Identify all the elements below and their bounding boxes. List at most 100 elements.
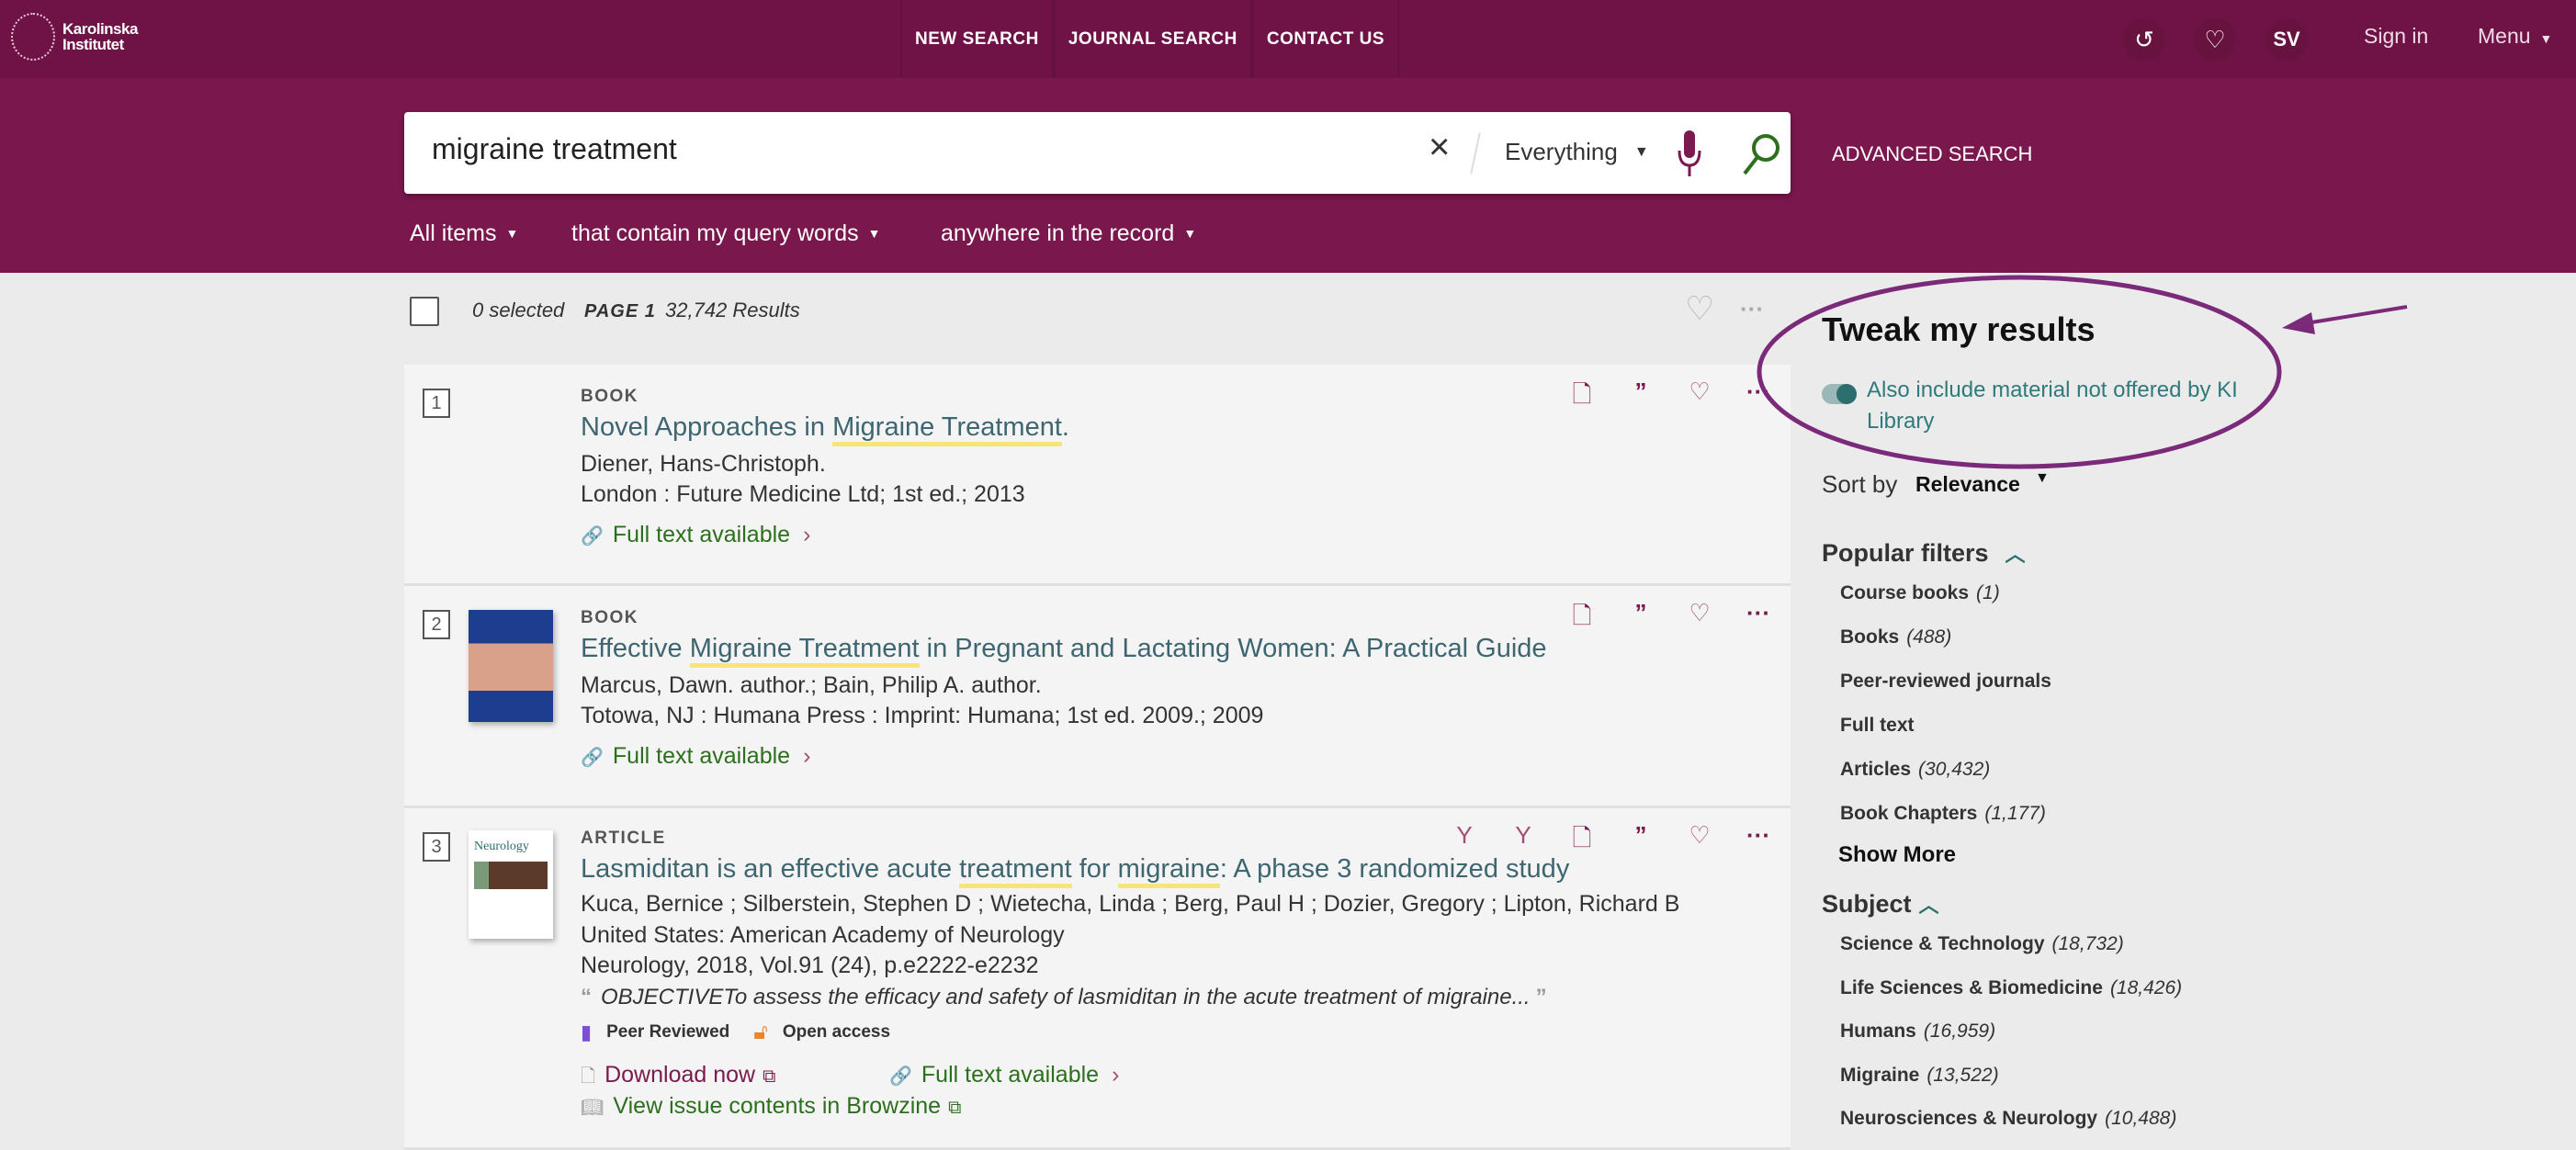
cite-icon[interactable]: ”: [1627, 821, 1655, 862]
filter-label: anywhere in the record: [941, 220, 1175, 246]
include-material-toggle[interactable]: [1822, 384, 1857, 404]
selected-count: 0 selected: [472, 299, 565, 321]
result-type: BOOK: [581, 608, 638, 627]
result-title[interactable]: Lasmiditan is an effective acute treatme…: [581, 854, 1569, 888]
results-count: 32,742 Results: [665, 299, 800, 321]
full-text-link[interactable]: 🔗 Full text available ›: [581, 522, 810, 548]
sign-in-link[interactable]: Sign in: [2364, 24, 2428, 49]
filter-label: Humans: [1840, 1020, 1916, 1042]
filter-count: (488): [1906, 626, 1952, 648]
filter-label: Full text: [1840, 715, 1915, 736]
quote-close-icon: ”: [1535, 985, 1547, 1009]
scope-value: Everything: [1505, 138, 1618, 165]
result-source: Neurology, 2018, Vol.91 (24), p.e2222-e2…: [581, 953, 1039, 978]
caret-down-icon: ▼: [2539, 31, 2553, 46]
search-icon[interactable]: [1741, 132, 1781, 176]
filter-item[interactable]: Full text: [1840, 715, 1922, 737]
full-text-label: Full text available: [921, 1062, 1100, 1088]
filter-item[interactable]: Course books (1): [1840, 582, 2000, 604]
document-icon[interactable]: 🗋: [1568, 599, 1596, 639]
page-label: PAGE 1: [584, 301, 656, 321]
filter-anywhere[interactable]: anywhere in the record ▼: [941, 220, 1196, 247]
browzine-link[interactable]: 📖︎ View issue contents in Browzine ⧉: [581, 1093, 961, 1120]
nav-new-search[interactable]: NEW SEARCH: [900, 0, 1054, 78]
filter-item[interactable]: Peer-reviewed journals: [1840, 671, 2059, 693]
search-input[interactable]: [432, 132, 1350, 166]
subject-header[interactable]: Subject ︿: [1822, 889, 1939, 919]
filter-item[interactable]: Science & Technology (18,732): [1840, 933, 2124, 955]
link-icon: 🔗: [581, 748, 604, 768]
heart-icon[interactable]: ♡: [1686, 378, 1713, 418]
more-icon[interactable]: ···: [1745, 821, 1772, 862]
logo[interactable]: Karolinska Institutet: [11, 13, 138, 61]
journal-cover-thumbnail[interactable]: Neurology: [469, 830, 553, 939]
download-now-link[interactable]: 🗋 Download now ⧉: [581, 1062, 775, 1094]
full-text-link[interactable]: 🔗 Full text available ›: [581, 743, 810, 770]
tweak-results-title: Tweak my results: [1822, 310, 2096, 348]
nav-contact-us[interactable]: CONTACT US: [1251, 0, 1399, 78]
peer-reviewed-icon: ▮: [581, 1020, 593, 1043]
language-button[interactable]: SV: [2265, 18, 2308, 61]
advanced-search-link[interactable]: ADVANCED SEARCH: [1832, 142, 2032, 166]
history-icon[interactable]: ↺: [2123, 18, 2165, 61]
result-item: 1 BOOK Novel Approaches in Migraine Trea…: [404, 365, 1791, 586]
title-highlight: Migraine Treatment: [832, 412, 1062, 446]
filter-query-words[interactable]: that contain my query words ▼: [571, 220, 881, 247]
document-icon[interactable]: 🗋: [1568, 378, 1596, 418]
clear-icon[interactable]: ×: [1429, 127, 1450, 168]
microphone-icon[interactable]: [1677, 130, 1702, 176]
more-icon[interactable]: ···: [1745, 378, 1772, 418]
filter-label: that contain my query words: [571, 220, 859, 246]
popular-filters-header[interactable]: Popular filters ︿: [1822, 538, 2026, 568]
heart-icon[interactable]: ♡: [1686, 821, 1713, 862]
show-more-button[interactable]: Show More: [1838, 842, 1956, 868]
scope-dropdown[interactable]: Everything ▼: [1505, 138, 1649, 166]
filter-label: All items: [410, 220, 497, 246]
sort-dropdown[interactable]: Relevance: [1915, 472, 2020, 497]
pdf-icon: 🗋: [581, 1066, 596, 1087]
more-icon[interactable]: ···: [1740, 295, 1764, 323]
select-all-checkbox[interactable]: [410, 297, 439, 326]
result-publication: London : Future Medicine Ltd; 1st ed.; 2…: [581, 481, 1025, 507]
toggle-label[interactable]: Also include material not offered by KI …: [1867, 375, 2289, 437]
filter-item[interactable]: Migraine (13,522): [1840, 1065, 1999, 1087]
chevron-right-icon: ›: [803, 743, 811, 769]
nav-journal-search[interactable]: JOURNAL SEARCH: [1053, 0, 1252, 78]
menu-button[interactable]: Menu ▼: [2478, 24, 2552, 49]
caret-down-icon: ▼: [1633, 144, 1649, 160]
citing-icon[interactable]: Y: [1509, 821, 1537, 862]
filter-item[interactable]: Humans (16,959): [1840, 1020, 1995, 1043]
filter-count: (30,432): [1918, 759, 1991, 780]
filter-label: Book Chapters: [1840, 803, 1978, 824]
filter-count: (18,426): [2109, 976, 2183, 998]
result-publication: Totowa, NJ : Humana Press : Imprint: Hum…: [581, 703, 1264, 728]
chevron-up-icon: ︿: [2005, 543, 2026, 566]
filter-item[interactable]: Neurosciences & Neurology (10,488): [1840, 1108, 2176, 1130]
filter-count: (16,959): [1923, 1020, 1996, 1042]
cite-icon[interactable]: ”: [1627, 378, 1655, 418]
result-title[interactable]: Effective Migraine Treatment in Pregnant…: [581, 634, 1547, 668]
filter-item[interactable]: Life Sciences & Biomedicine (18,426): [1840, 977, 2182, 999]
filter-all-items[interactable]: All items ▼: [410, 220, 518, 247]
cite-icon[interactable]: ”: [1627, 599, 1655, 639]
cited-by-icon[interactable]: Y: [1451, 821, 1478, 862]
filter-item[interactable]: Book Chapters (1,177): [1840, 803, 2046, 825]
book-cover-thumbnail[interactable]: [469, 610, 553, 722]
full-text-link[interactable]: 🔗 Full text available ›: [889, 1062, 1119, 1088]
filter-count: (18,732): [2051, 933, 2124, 954]
result-abstract: “ OBJECTIVETo assess the efficacy and saf…: [581, 985, 1547, 1010]
filter-item[interactable]: Articles (30,432): [1840, 759, 1990, 781]
document-icon[interactable]: 🗋: [1568, 821, 1596, 862]
logo-text-1: Karolinska: [62, 20, 138, 38]
caret-down-icon[interactable]: ▼: [2035, 470, 2050, 487]
result-item: 2 BOOK Effective Migraine Treatment in P…: [404, 586, 1791, 808]
ki-seal-icon: [11, 13, 55, 61]
chevron-up-icon: ︿: [1918, 894, 1939, 917]
heart-icon[interactable]: ♡: [1686, 599, 1713, 639]
heart-icon[interactable]: ♡: [2194, 18, 2236, 61]
more-icon[interactable]: ···: [1745, 599, 1772, 639]
filter-item[interactable]: Books (488): [1840, 626, 1951, 648]
annotation-ellipse: [1757, 275, 2282, 469]
heart-icon[interactable]: ♡: [1685, 289, 1714, 328]
result-title[interactable]: Novel Approaches in Migraine Treatment.: [581, 412, 1069, 446]
